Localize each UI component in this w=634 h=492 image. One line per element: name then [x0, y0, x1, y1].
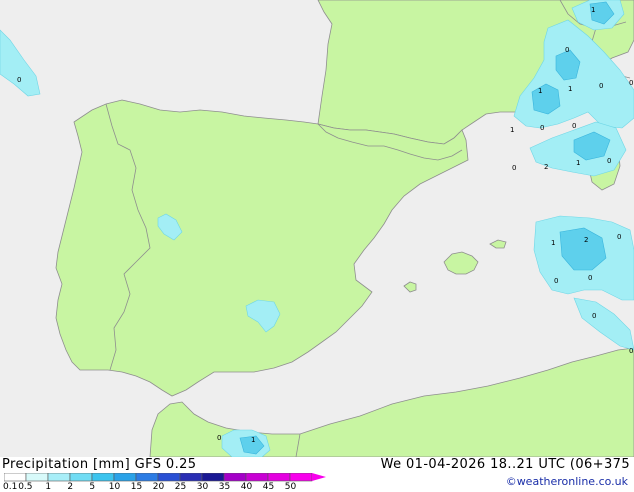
legend-swatch [245, 473, 269, 482]
footer-panel: Precipitation [mm] GFS 0.25 We 01-04-202… [0, 457, 634, 492]
legend-swatch [135, 473, 159, 482]
legend-tick-label: 45 [262, 482, 275, 492]
point-value: 2 [584, 236, 588, 244]
point-value: 0 [572, 122, 576, 130]
legend-tick-label: 10 [108, 482, 121, 492]
point-value: 0 [588, 274, 592, 282]
legend-swatch [223, 473, 247, 482]
legend-tick-label: 35 [218, 482, 231, 492]
legend-tick-label: 5 [89, 482, 96, 492]
point-value: 0 [565, 46, 569, 54]
legend-swatch [289, 473, 313, 482]
legend-swatch [25, 473, 49, 482]
legend-tick-label: 25 [174, 482, 187, 492]
point-value: 0 [629, 347, 633, 355]
precipitation-map[interactable]: 0 1 0 1 1 0 0 1 0 0 0 2 1 0 1 2 0 0 0 0 … [0, 0, 634, 457]
legend-swatch [157, 473, 181, 482]
legend-tick-label: 0.5 [18, 482, 33, 492]
legend-swatch [201, 473, 225, 482]
point-value: 0 [540, 124, 544, 132]
legend-swatch [179, 473, 203, 482]
point-value: 0 [599, 82, 603, 90]
point-value: 0 [512, 164, 516, 172]
precipitation-legend-bar [4, 473, 326, 482]
map-canvas: 0 1 0 1 1 0 0 1 0 0 0 2 1 0 1 2 0 0 0 0 … [0, 0, 634, 457]
point-value: 0 [554, 277, 558, 285]
point-value: 1 [576, 159, 580, 167]
point-value: 0 [17, 76, 21, 84]
point-value: 0 [217, 434, 221, 442]
point-value: 0 [617, 233, 621, 241]
legend-tick-label: 0.1 [3, 482, 18, 492]
point-value: 1 [251, 436, 255, 444]
legend-swatch [267, 473, 291, 482]
legend-tick-label: 40 [240, 482, 253, 492]
legend-tick-label: 1 [45, 482, 52, 492]
point-value: 1 [538, 87, 542, 95]
run-info: We 01-04-2026 18..21 UTC (06+375 [380, 457, 630, 472]
point-value: 1 [551, 239, 555, 247]
product-title: Precipitation [mm] GFS 0.25 [2, 457, 197, 472]
legend-tick-label: 15 [130, 482, 143, 492]
legend-swatch [47, 473, 71, 482]
legend-arrow [312, 473, 326, 481]
point-value: 0 [607, 157, 611, 165]
legend-swatch [113, 473, 137, 482]
legend-swatch [4, 473, 27, 482]
point-value: 1 [591, 6, 595, 14]
legend-swatch [91, 473, 115, 482]
point-value: 2 [544, 163, 548, 171]
point-value: 1 [510, 126, 514, 134]
point-value: 0 [592, 312, 596, 320]
legend-swatch [69, 473, 93, 482]
legend-tick-label: 50 [284, 482, 297, 492]
point-value: 0 [629, 79, 633, 87]
credit-link[interactable]: ©weatheronline.co.uk [506, 475, 628, 488]
legend-tick-label: 2 [67, 482, 74, 492]
point-value: 1 [568, 85, 572, 93]
legend-tick-label: 20 [152, 482, 165, 492]
legend-tick-label: 30 [196, 482, 209, 492]
